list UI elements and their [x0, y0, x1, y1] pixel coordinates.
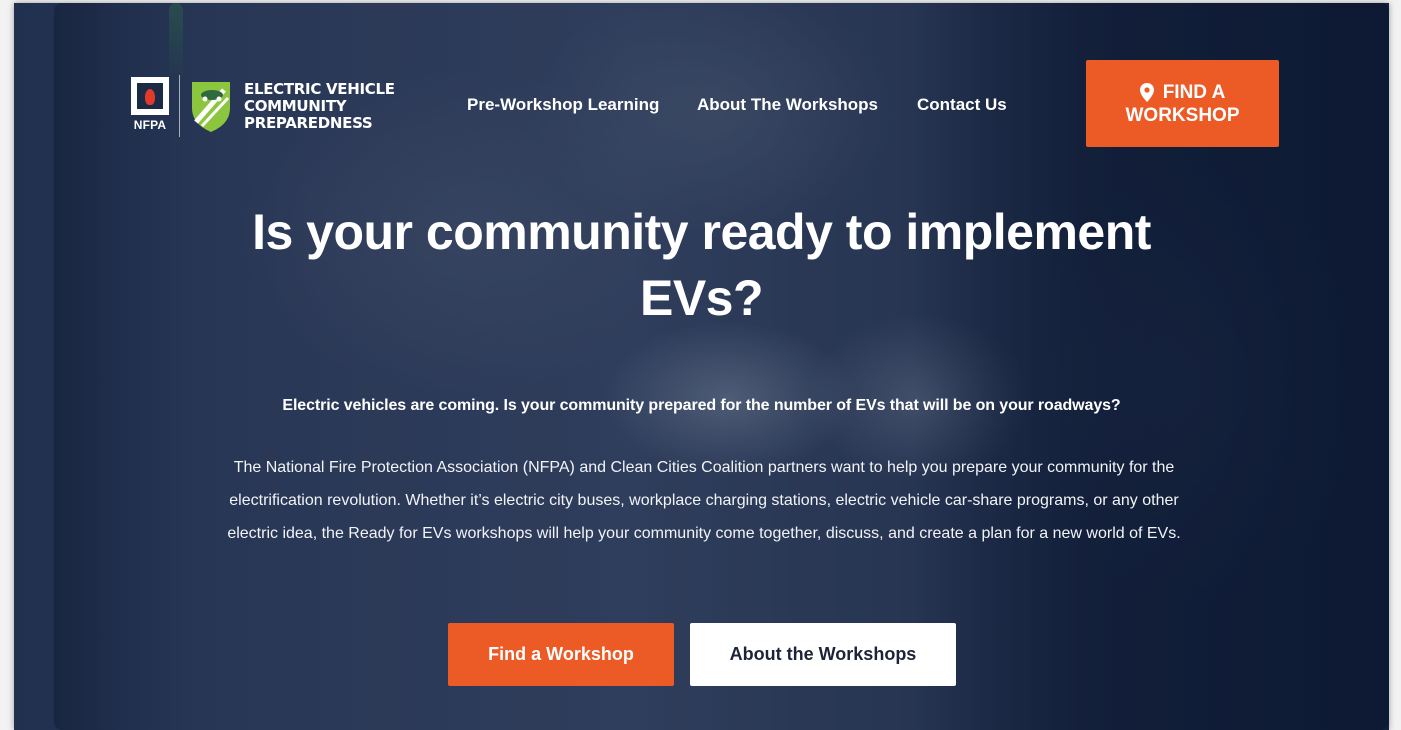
- find-a-workshop-header-line2: WORKSHOP: [1125, 104, 1240, 126]
- hero-headline-line1: Is your community ready to implement: [252, 204, 1151, 260]
- map-pin-icon: [1139, 82, 1154, 102]
- find-a-workshop-header-button[interactable]: FIND A WORKSHOP: [1086, 60, 1279, 147]
- hero-headline: Is your community ready to implement EVs…: [14, 199, 1389, 331]
- find-a-workshop-header-row: FIND A: [1139, 81, 1226, 104]
- find-a-workshop-button[interactable]: Find a Workshop: [448, 623, 674, 686]
- nav-about-the-workshops[interactable]: About The Workshops: [697, 95, 878, 115]
- page-frame: NFPA ELECTRIC VEHICLE COMMUNITY PREPARED…: [14, 3, 1389, 730]
- nav-contact-us[interactable]: Contact Us: [917, 95, 1007, 115]
- hero-body-text: The National Fire Protection Association…: [227, 459, 1181, 542]
- hero-headline-line2: EVs?: [639, 270, 764, 326]
- nav-pre-workshop-learning[interactable]: Pre-Workshop Learning: [467, 95, 659, 115]
- nfpa-logo-text: NFPA: [133, 118, 167, 132]
- hero-subheading: Electric vehicles are coming. Is your co…: [282, 397, 1121, 414]
- about-the-workshops-button[interactable]: About the Workshops: [690, 623, 956, 686]
- find-a-workshop-header-line1: FIND A: [1162, 81, 1226, 103]
